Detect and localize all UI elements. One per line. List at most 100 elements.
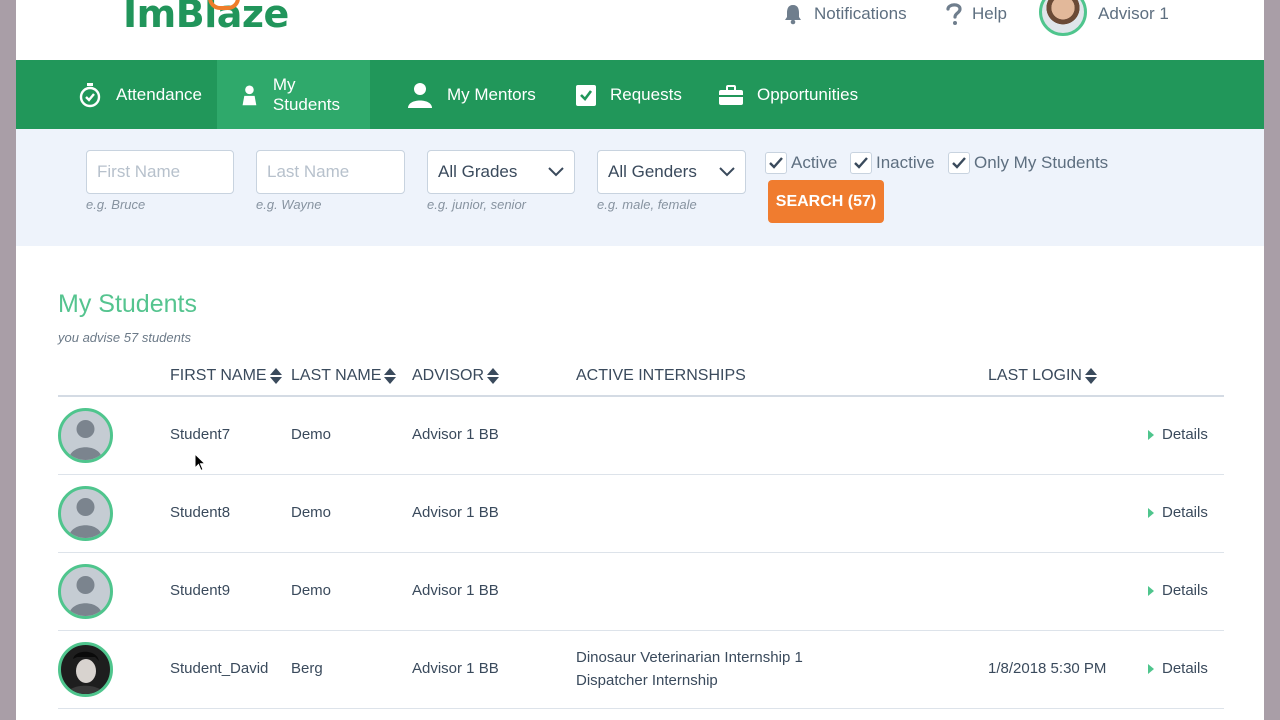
page-title: My Students [58,290,197,318]
internship-cell[interactable]: Dinosaur Veterinarian Internship 1 [576,649,803,666]
details-link[interactable]: Details [1148,660,1208,677]
triangle-right-icon [1148,663,1154,674]
details-link[interactable]: Details [1148,426,1208,443]
chevron-down-icon [548,167,564,177]
main-nav: Attendance My Students My Mentors Reques… [16,60,1264,129]
nav-requests-label: Requests [610,84,682,104]
grades-hint: e.g. junior, senior [427,197,527,212]
table-row[interactable]: Student7 Demo Advisor 1 BB Details [58,396,1224,475]
genders-hint: e.g. male, female [597,197,697,212]
chevron-down-icon [719,167,735,177]
genders-value: All Genders [608,162,697,181]
first-name-placeholder: First Name [97,162,181,181]
column-active-internships: ACTIVE INTERNSHIPS [576,367,746,385]
column-first-name-label: FIRST NAME [170,367,267,384]
imblaze-logo[interactable]: ImBlaze [123,0,289,36]
first-name-hint: e.g. Bruce [86,197,146,212]
check-icon [948,152,970,174]
first-name-cell: Student9 [170,582,231,599]
table-header: FIRST NAME LAST NAME ADVISOR ACTIVE INTE… [58,360,1224,397]
advisor-cell: Advisor 1 BB [412,426,499,443]
column-last-name[interactable]: LAST NAME [291,367,397,385]
last-name-cell: Demo [291,426,332,443]
nav-opportunities[interactable]: Opportunities [719,60,874,129]
triangle-right-icon [1148,429,1154,440]
student-avatar [58,564,113,619]
only-my-students-label: Only My Students [974,153,1109,172]
column-last-login-label: LAST LOGIN [988,367,1082,384]
triangle-right-icon [1148,507,1154,518]
sort-icon [487,368,500,384]
inactive-checkbox[interactable]: Inactive [850,152,935,174]
internship-cell[interactable]: Dispatcher Internship [576,672,718,689]
student-avatar [58,486,113,541]
nav-my-students[interactable]: My Students [217,60,370,129]
advisor-cell: Advisor 1 BB [412,582,499,599]
grades-select[interactable]: All Grades [427,150,575,194]
column-advisor[interactable]: ADVISOR [412,367,500,385]
sort-icon [269,368,282,384]
inactive-label: Inactive [876,153,935,172]
nav-my-mentors[interactable]: My Mentors [407,60,552,129]
grades-value: All Grades [438,162,518,181]
user-menu[interactable]: Advisor 1 [1098,2,1169,26]
table-row[interactable]: Student_David Berg Advisor 1 BB Dinosaur… [58,630,1224,709]
column-last-login[interactable]: LAST LOGIN [988,367,1097,385]
sort-icon [1084,368,1097,384]
column-first-name[interactable]: FIRST NAME [170,367,282,385]
bell-icon [785,5,801,25]
search-filters: First Name e.g. Bruce Last Name e.g. Way… [16,129,1264,246]
first-name-cell: Student8 [170,504,231,521]
triangle-right-icon [1148,585,1154,596]
active-checkbox[interactable]: Active [765,152,837,174]
checkbox-icon [576,84,596,106]
question-mark-icon [946,3,962,25]
nav-requests[interactable]: Requests [576,60,698,129]
active-label: Active [791,153,838,172]
last-name-hint: e.g. Wayne [256,197,322,212]
mouse-cursor-icon [194,453,206,472]
mentor-icon [408,82,432,108]
nav-my-students-label: My Students [272,74,340,114]
last-login-cell: 1/8/2018 5:30 PM [988,660,1107,677]
sort-icon [384,368,397,384]
only-my-students-checkbox[interactable]: Only My Students [948,152,1108,174]
last-name-cell: Berg [291,660,323,677]
help-link[interactable]: Help [946,2,1007,26]
column-advisor-label: ADVISOR [412,367,485,384]
advisor-cell: Advisor 1 BB [412,660,499,677]
user-name: Advisor 1 [1098,4,1169,23]
nav-attendance[interactable]: Attendance [64,60,218,129]
last-name-placeholder: Last Name [267,162,350,181]
advisor-cell: Advisor 1 BB [412,504,499,521]
details-link[interactable]: Details [1148,504,1208,521]
first-name-input[interactable]: First Name [86,150,234,194]
details-label: Details [1162,660,1208,677]
last-name-cell: Demo [291,504,332,521]
briefcase-icon [719,84,743,105]
top-header: ImBlaze Notifications Help Advisor 1 [16,0,1264,60]
table-row[interactable] [58,708,1224,720]
details-label: Details [1162,582,1208,599]
page: ImBlaze Notifications Help Advisor 1 Att… [16,0,1264,720]
genders-select[interactable]: All Genders [597,150,746,194]
nav-attendance-label: Attendance [116,84,203,104]
first-name-cell: Student7 [170,426,231,443]
details-label: Details [1162,426,1208,443]
last-name-cell: Demo [291,582,332,599]
search-button[interactable]: SEARCH (57) [768,180,884,223]
column-internships-label: ACTIVE INTERNSHIPS [576,367,746,384]
student-icon [242,85,257,105]
table-row[interactable]: Student9 Demo Advisor 1 BB Details [58,552,1224,631]
student-avatar [58,642,113,697]
user-avatar[interactable] [1039,0,1087,36]
student-avatar [58,408,113,463]
notifications-link[interactable]: Notifications [782,2,907,26]
last-name-input[interactable]: Last Name [256,150,405,194]
nav-my-mentors-label: My Mentors [447,84,536,104]
stopwatch-icon [79,82,101,107]
first-name-cell: Student_David [170,660,269,677]
check-icon [850,152,872,174]
details-link[interactable]: Details [1148,582,1208,599]
table-row[interactable]: Student8 Demo Advisor 1 BB Details [58,474,1224,553]
